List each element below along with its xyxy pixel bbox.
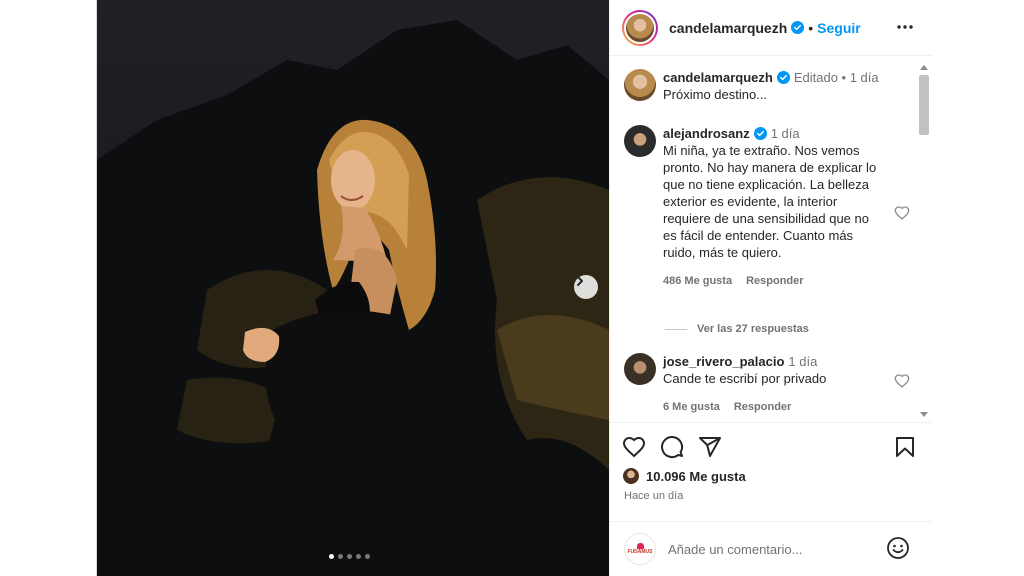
more-icon[interactable] <box>896 18 914 36</box>
likes-count[interactable]: 10.096 Me gusta <box>646 469 746 484</box>
comment-username[interactable]: alejandrosanz <box>663 126 750 141</box>
verified-icon <box>753 127 767 140</box>
header-separator: • <box>808 19 814 36</box>
photo-scene <box>97 0 609 576</box>
comment-like-count[interactable]: 6 Me gusta <box>663 399 720 416</box>
post-side-panel: candelamarquezh • Seguir candelamarquezh… <box>609 0 932 576</box>
heart-icon[interactable] <box>894 373 910 389</box>
reply-button[interactable]: Responder <box>746 273 803 290</box>
avatar[interactable] <box>624 353 656 385</box>
author-avatar[interactable] <box>622 9 658 46</box>
comment-username[interactable]: candelamarquezh <box>663 70 773 85</box>
comment-username[interactable]: jose_rivero_palacio <box>663 354 784 369</box>
caption: candelamarquezh Editado • 1 día Próximo d… <box>624 69 904 103</box>
comment-meta: 1 día <box>788 354 818 369</box>
view-replies-label: Ver las 27 respuestas <box>697 323 809 335</box>
avatar[interactable] <box>624 125 656 157</box>
bookmark-icon[interactable] <box>894 435 916 459</box>
heart-icon[interactable] <box>894 205 910 221</box>
liker-avatar <box>622 467 640 485</box>
comment-meta: Editado • 1 día <box>793 70 879 85</box>
comment-text: Cande te escribí por privado <box>663 371 827 386</box>
view-replies-button[interactable]: Ver las 27 respuestas <box>665 323 809 335</box>
likes-summary[interactable]: 10.096 Me gusta <box>622 467 746 485</box>
viewer-avatar[interactable]: FUDAMUS <box>624 533 656 565</box>
author-username[interactable]: candelamarquezh <box>669 20 787 36</box>
comment: alejandrosanz 1 día Mi niña, ya te extrañ… <box>624 125 904 290</box>
comment-composer: FUDAMUS <box>610 521 932 576</box>
carousel-dot <box>356 554 361 559</box>
comment-text: Próximo destino... <box>663 87 768 102</box>
post-time[interactable]: Hace un día <box>624 490 683 502</box>
post-photo[interactable] <box>97 0 609 576</box>
action-bar <box>610 424 932 468</box>
share-icon[interactable] <box>698 435 722 459</box>
carousel-dot <box>347 554 352 559</box>
avatar[interactable] <box>624 69 656 101</box>
carousel-dot <box>329 554 334 559</box>
comment-input[interactable] <box>668 541 878 557</box>
follow-button[interactable]: Seguir <box>817 20 861 36</box>
comments-scrollbar[interactable] <box>918 63 930 419</box>
post-header: candelamarquezh • Seguir <box>610 0 932 56</box>
emoji-icon[interactable] <box>886 536 910 560</box>
verified-icon <box>791 21 805 34</box>
comment-like-count[interactable]: 486 Me gusta <box>663 273 732 290</box>
verified-icon <box>776 71 790 84</box>
comment: jose_rivero_palacio 1 día Cande te escrib… <box>624 353 904 416</box>
comment-meta: 1 día <box>770 126 800 141</box>
carousel-dot <box>338 554 343 559</box>
reply-button[interactable]: Responder <box>734 399 791 416</box>
comment-text: Mi niña, ya te extraño. Nos vemos pronto… <box>663 143 877 260</box>
carousel-dot <box>365 554 370 559</box>
chevron-right-icon <box>577 276 583 286</box>
viewer-avatar-text: FUDAMUS <box>627 549 653 555</box>
instagram-post: candelamarquezh • Seguir candelamarquezh… <box>96 0 932 576</box>
heart-icon[interactable] <box>622 435 646 459</box>
next-photo-button[interactable] <box>574 275 598 299</box>
comment-icon[interactable] <box>660 435 684 459</box>
comments-list[interactable]: candelamarquezh Editado • 1 día Próximo d… <box>610 57 932 423</box>
carousel-indicator <box>329 554 370 559</box>
